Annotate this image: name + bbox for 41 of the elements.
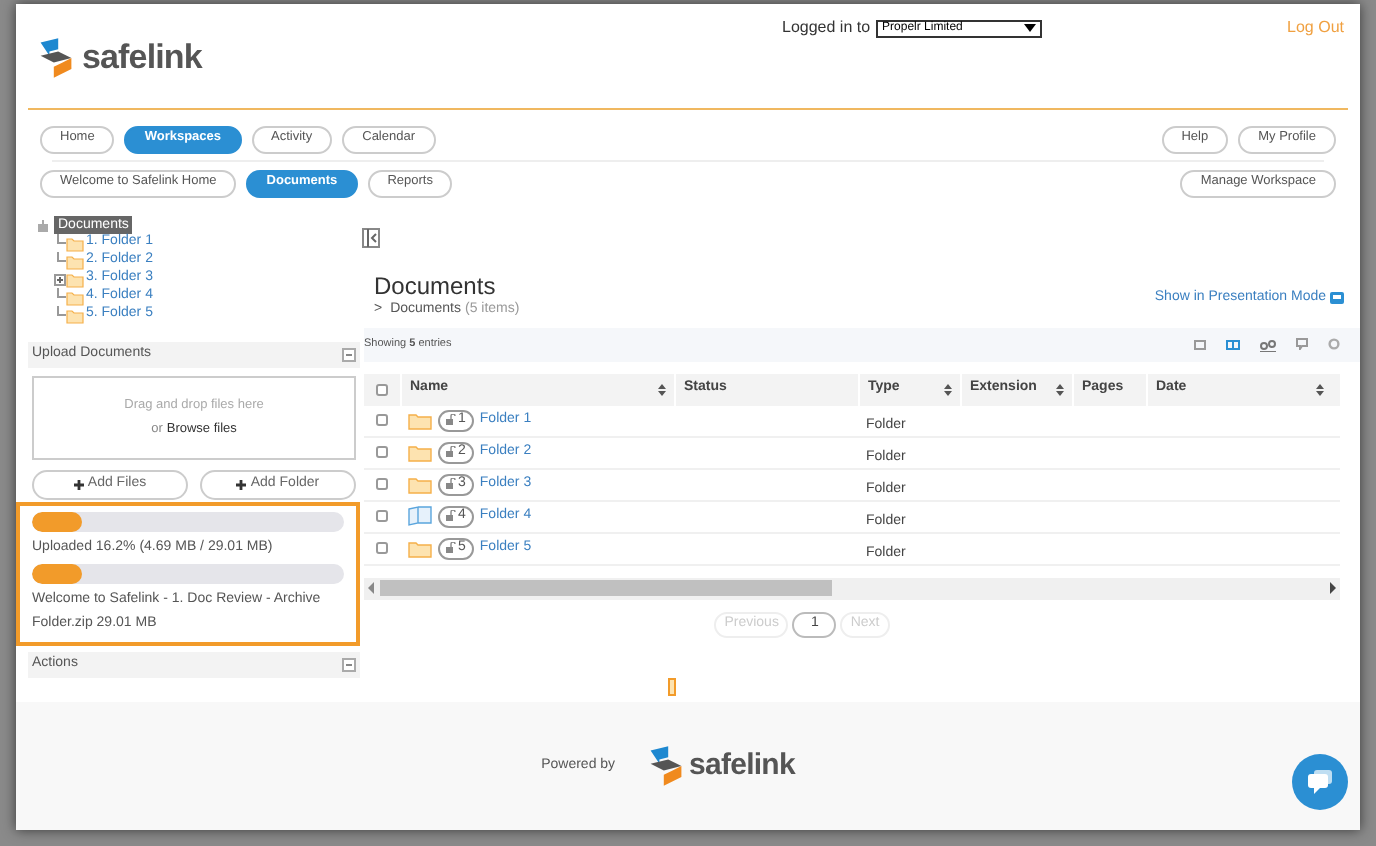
- book-icon: [408, 506, 432, 526]
- logo-text: safelink: [689, 745, 795, 786]
- plus-icon: [236, 479, 247, 490]
- logo-text: safelink: [82, 36, 202, 80]
- checkbox[interactable]: [376, 510, 388, 522]
- sort-icon: [658, 383, 666, 395]
- expand-icon: [53, 273, 65, 285]
- sort-icon: [1316, 383, 1324, 395]
- sort-icon: [944, 383, 952, 395]
- checkbox[interactable]: [376, 542, 388, 554]
- checkbox[interactable]: [376, 446, 388, 458]
- checkbox[interactable]: [376, 478, 388, 490]
- plus-icon: [73, 479, 84, 490]
- chat-icon: [1308, 770, 1332, 794]
- sort-icon: [1056, 383, 1064, 395]
- columns-icon: [1226, 339, 1240, 349]
- comment-icon: [1296, 338, 1308, 350]
- presentation-icon: [1330, 292, 1344, 305]
- list-view-icon: [1194, 339, 1206, 349]
- unlock-icon: [446, 478, 456, 490]
- folder-icon: [408, 411, 432, 429]
- folder-icon: [408, 539, 432, 557]
- collapse-sidebar-icon: [362, 228, 380, 248]
- users-icon: [1260, 337, 1276, 351]
- folder-icon: [408, 475, 432, 493]
- caret-icon: [1024, 24, 1037, 32]
- scroll-left-icon[interactable]: [364, 582, 380, 594]
- chat-button[interactable]: [1292, 754, 1348, 810]
- unlock-icon: [446, 542, 456, 554]
- folder-icon: [408, 443, 432, 461]
- unlock-icon: [446, 510, 456, 522]
- drop-marker: [668, 678, 676, 696]
- tree-root-icon: [36, 217, 50, 233]
- logged-in-label: Logged in to: [782, 16, 871, 40]
- unlock-icon: [446, 446, 456, 458]
- horizontal-scrollbar[interactable]: [364, 577, 1340, 599]
- page-title: Documents: [374, 272, 498, 300]
- unlock-icon: [446, 414, 456, 426]
- scroll-right-icon[interactable]: [1324, 582, 1340, 594]
- checkbox[interactable]: [376, 414, 388, 426]
- checkbox[interactable]: [376, 383, 388, 395]
